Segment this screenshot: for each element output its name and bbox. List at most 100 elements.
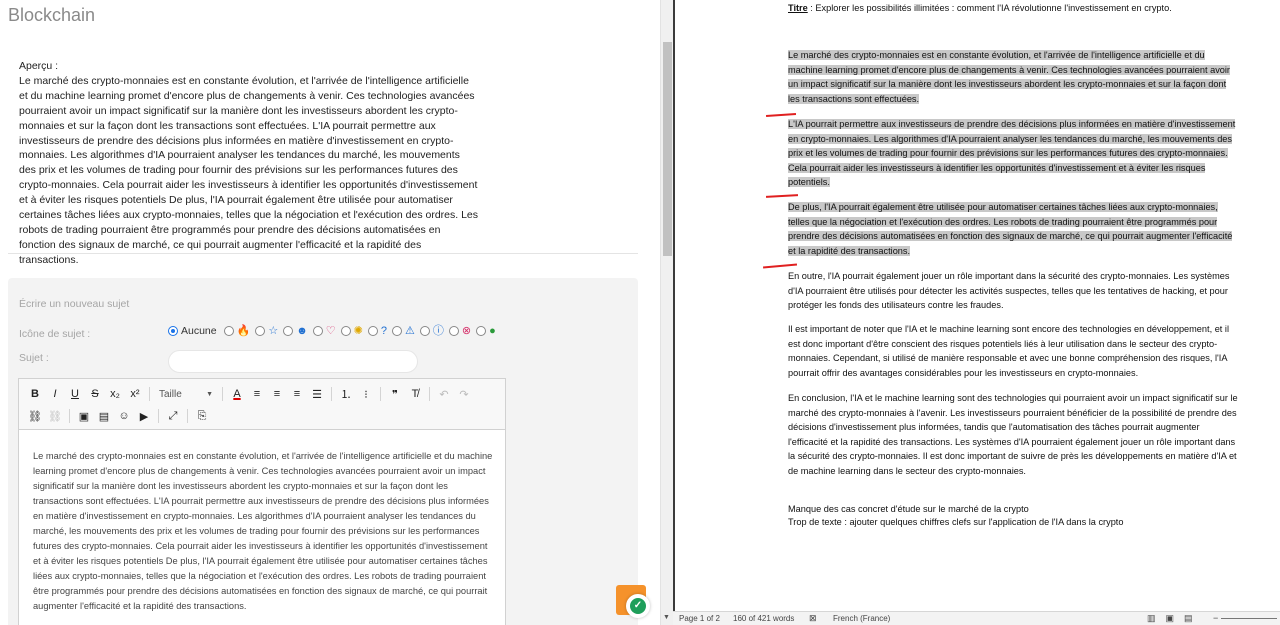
undo-icon[interactable]: ↶ bbox=[434, 384, 454, 404]
icon-radio-warning[interactable] bbox=[392, 326, 402, 336]
italic-button[interactable]: I bbox=[45, 384, 65, 404]
icon-radio-star[interactable] bbox=[255, 326, 266, 336]
paragraph-4: En outre, l'IA pourrait également jouer … bbox=[788, 271, 1230, 311]
title-text: : Explorer les possibilités illimitées :… bbox=[807, 3, 1172, 13]
bold-button[interactable]: B bbox=[25, 384, 45, 404]
align-justify-icon[interactable]: ☰ bbox=[307, 384, 327, 404]
subject-label: Sujet : bbox=[19, 352, 49, 364]
scroll-down-arrow-icon[interactable]: ▼ bbox=[663, 614, 670, 621]
icon-radio-check[interactable] bbox=[476, 326, 487, 336]
link-icon[interactable]: ⛓ bbox=[25, 406, 45, 426]
text-color-button[interactable]: A bbox=[227, 384, 247, 404]
icon-radio-info[interactable] bbox=[419, 326, 430, 336]
align-left-icon[interactable]: ≡ bbox=[247, 384, 267, 404]
lightbulb-icon: ✺ bbox=[353, 325, 363, 337]
warning-icon: ⚠ bbox=[405, 325, 415, 337]
paragraph-1: Le marché des crypto-monnaies est en con… bbox=[788, 48, 1240, 106]
toolbar-separator bbox=[222, 387, 223, 401]
toolbar-separator bbox=[331, 387, 332, 401]
align-center-icon[interactable]: ≡ bbox=[267, 384, 287, 404]
bullet-list-icon[interactable]: ⁝ bbox=[356, 384, 376, 404]
icon-radio-heart[interactable] bbox=[312, 326, 323, 336]
fullscreen-icon[interactable]: ⤢ bbox=[163, 406, 183, 426]
paragraph-1-text: Le marché des crypto-monnaies est en con… bbox=[788, 50, 1230, 104]
source-code-icon[interactable]: ⎘ bbox=[192, 406, 212, 426]
star-icon: ☆ bbox=[268, 325, 279, 337]
font-size-select[interactable]: Taille ▼ bbox=[156, 385, 216, 403]
clear-format-button[interactable]: T̸ bbox=[405, 384, 425, 404]
icon-radio-fire[interactable] bbox=[223, 326, 234, 336]
toolbar-separator bbox=[429, 387, 430, 401]
icon-radio-question[interactable] bbox=[367, 326, 378, 336]
stop-icon: ⊗ bbox=[461, 325, 472, 337]
preview-label: Aperçu : bbox=[19, 60, 59, 72]
status-bar: Page 1 of 2 160 of 421 words ⊠ French (F… bbox=[673, 611, 1280, 625]
toolbar-separator bbox=[149, 387, 150, 401]
info-icon: ⓘ bbox=[432, 325, 444, 337]
zoom-slider[interactable] bbox=[1221, 618, 1277, 619]
underline-button[interactable]: U bbox=[65, 384, 85, 404]
subscript-button[interactable]: x₂ bbox=[105, 384, 125, 404]
smiley-icon: ☻ bbox=[296, 325, 308, 337]
font-size-label: Taille bbox=[159, 388, 182, 400]
annotation-mark bbox=[765, 112, 797, 117]
editor-content[interactable]: Le marché des crypto-monnaies est en con… bbox=[33, 449, 495, 614]
editor-toolbar: B I U S x₂ x² Taille ▼ A ≡ ≡ ≡ ☰ ⒈ ⁝ ❞ T̸ bbox=[19, 379, 505, 430]
redo-icon[interactable]: ↷ bbox=[454, 384, 474, 404]
forum-title: Blockchain bbox=[8, 5, 96, 25]
horizontal-rule-icon[interactable]: ▤ bbox=[94, 406, 114, 426]
align-right-icon[interactable]: ≡ bbox=[287, 384, 307, 404]
video-icon[interactable]: ▶ bbox=[134, 406, 154, 426]
question-icon: ? bbox=[380, 325, 387, 337]
topic-icon-label: Icône de sujet : bbox=[19, 328, 91, 340]
icon-radio-smiley[interactable] bbox=[283, 326, 294, 336]
check-circle-icon: ● bbox=[489, 325, 496, 337]
preview-text: Le marché des crypto-monnaies est en con… bbox=[19, 74, 479, 266]
icon-radio-stop[interactable] bbox=[448, 326, 459, 336]
left-scrollbar-thumb[interactable] bbox=[663, 42, 672, 256]
title-label: Titre bbox=[788, 3, 808, 13]
security-shield[interactable]: ✓ bbox=[626, 594, 650, 618]
view-buttons: ▥ ▣ ▤ bbox=[1147, 613, 1193, 624]
document-title: Titre : Explorer les possibilités illimi… bbox=[788, 1, 1172, 16]
fire-icon: 🔥 bbox=[236, 325, 251, 337]
superscript-button[interactable]: x² bbox=[125, 384, 145, 404]
quote-button[interactable]: ❞ bbox=[385, 384, 405, 404]
proofing-icon[interactable]: ⊠ bbox=[809, 613, 817, 624]
web-layout-icon[interactable]: ▤ bbox=[1184, 613, 1193, 624]
strikethrough-button[interactable]: S bbox=[85, 384, 105, 404]
icon-none-label: Aucune bbox=[181, 325, 217, 337]
emoji-icon[interactable]: ☺ bbox=[114, 406, 134, 426]
toolbar-separator bbox=[187, 409, 188, 423]
toolbar-separator bbox=[158, 409, 159, 423]
chevron-down-icon: ▼ bbox=[206, 390, 213, 398]
paragraph-6: En conclusion, l'IA et le machine learni… bbox=[788, 393, 1238, 476]
status-language[interactable]: French (France) bbox=[833, 614, 890, 623]
annotation-mark bbox=[762, 263, 798, 268]
status-word-count[interactable]: 160 of 421 words bbox=[733, 614, 794, 623]
paragraph-5: Il est important de noter que l'IA et le… bbox=[788, 324, 1229, 378]
status-page[interactable]: Page 1 of 2 bbox=[679, 614, 720, 623]
paragraph-2-text: L'IA pourrait permettre aux investisseur… bbox=[788, 119, 1236, 188]
icon-radio-idea[interactable] bbox=[340, 326, 351, 336]
divider bbox=[8, 253, 638, 254]
review-note-2: Trop de texte : ajouter quelques chiffre… bbox=[788, 517, 1124, 527]
compose-heading: Écrire un nouveau sujet bbox=[19, 298, 130, 310]
preview-section: Aperçu : Le marché des crypto-monnaies e… bbox=[19, 59, 479, 268]
paragraph-3: De plus, l'IA pourrait également être ut… bbox=[788, 200, 1240, 258]
annotation-mark bbox=[765, 194, 799, 198]
read-mode-icon[interactable]: ▥ bbox=[1147, 613, 1156, 624]
image-icon[interactable]: ▣ bbox=[74, 406, 94, 426]
document-pane: Titre : Explorer les possibilités illimi… bbox=[673, 0, 1280, 611]
print-layout-icon[interactable]: ▣ bbox=[1166, 613, 1175, 624]
toolbar-separator bbox=[380, 387, 381, 401]
shield-check-icon: ✓ bbox=[630, 598, 646, 614]
heart-icon: ♡ bbox=[325, 325, 336, 337]
paragraph-3-text: De plus, l'IA pourrait également être ut… bbox=[788, 202, 1233, 256]
zoom-out-icon[interactable]: − bbox=[1213, 613, 1218, 623]
unlink-icon[interactable]: ⛓ bbox=[45, 406, 65, 426]
left-scrollbar[interactable] bbox=[660, 0, 673, 625]
numbered-list-icon[interactable]: ⒈ bbox=[336, 384, 356, 404]
icon-radio-none[interactable] bbox=[168, 326, 178, 336]
subject-input[interactable] bbox=[168, 350, 418, 373]
